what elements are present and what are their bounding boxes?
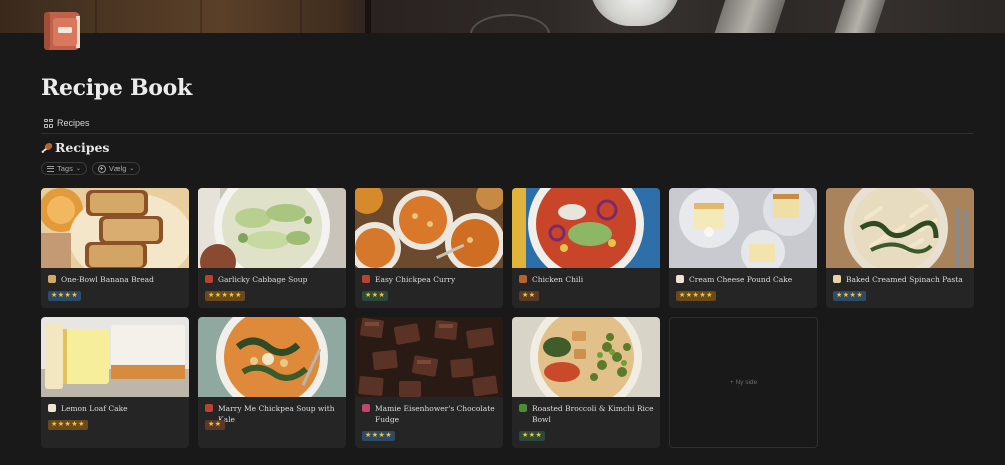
recipe-photo bbox=[512, 188, 660, 268]
add-filter-label: Vælg bbox=[108, 164, 127, 173]
recipe-name: One-Bowl Banana Bread bbox=[61, 275, 154, 284]
recipe-card[interactable]: Chicken Chili ★★ bbox=[512, 188, 660, 308]
recipe-title: One-Bowl Banana Bread bbox=[48, 274, 183, 285]
drumstick-icon bbox=[41, 142, 53, 154]
recipe-photo bbox=[826, 188, 974, 268]
cover-image bbox=[0, 0, 1005, 33]
database-title-label: Recipes bbox=[55, 140, 110, 155]
recipe-card[interactable]: Baked Creamed Spinach Pasta ★★★★ bbox=[826, 188, 974, 308]
chevron-down-icon: ⌄ bbox=[129, 166, 135, 172]
recipe-photo bbox=[512, 317, 660, 397]
tab-recipes-view[interactable]: Recipes bbox=[44, 116, 90, 130]
soup-pot-icon bbox=[362, 275, 370, 283]
recipe-photo bbox=[669, 188, 817, 268]
page-title: Recipe Book bbox=[41, 75, 192, 101]
recipe-photo bbox=[355, 188, 503, 268]
recipe-title: Easy Chickpea Curry bbox=[362, 274, 497, 285]
new-page-button[interactable]: + Ny side bbox=[669, 317, 818, 448]
bread-icon bbox=[48, 275, 56, 283]
cake-icon bbox=[676, 275, 684, 283]
new-page-label: + Ny side bbox=[729, 379, 758, 386]
recipe-photo bbox=[41, 188, 189, 268]
recipe-card[interactable]: Mamie Eisenhower's Chocolate Fudge ★★★★ bbox=[355, 317, 503, 448]
soup-pot-icon bbox=[205, 404, 213, 412]
recipe-photo bbox=[355, 317, 503, 397]
plus-circle-icon bbox=[97, 164, 106, 173]
recipe-card[interactable]: Roasted Broccoli & Kimchi Rice Bowl ★★★ bbox=[512, 317, 660, 448]
rating-badge: ★★★★ bbox=[833, 291, 867, 301]
rating-badge: ★★★ bbox=[519, 431, 546, 441]
cake-icon bbox=[48, 404, 56, 412]
recipe-name: Baked Creamed Spinach Pasta bbox=[846, 275, 963, 284]
tags-filter-label: Tags bbox=[57, 164, 73, 173]
rating-badge: ★★ bbox=[519, 291, 539, 301]
rating-badge: ★★★★ bbox=[362, 431, 396, 441]
rating-badge: ★★★★ bbox=[48, 291, 82, 301]
pasta-icon bbox=[833, 275, 841, 283]
soup-pot-icon bbox=[205, 275, 213, 283]
recipe-name: Cream Cheese Pound Cake bbox=[689, 275, 793, 284]
recipe-title: Baked Creamed Spinach Pasta bbox=[833, 274, 968, 285]
recipe-name: Chicken Chili bbox=[532, 275, 584, 284]
recipe-name: Marry Me Chickpea Soup with Kale bbox=[218, 404, 335, 424]
divider bbox=[41, 133, 973, 134]
recipe-card[interactable]: Easy Chickpea Curry ★★★ bbox=[355, 188, 503, 308]
database-title[interactable]: Recipes bbox=[41, 140, 109, 155]
recipe-card[interactable]: One-Bowl Banana Bread ★★★★ bbox=[41, 188, 189, 308]
tab-label: Recipes bbox=[57, 118, 90, 128]
rating-badge: ★★★★★ bbox=[48, 420, 88, 430]
list-icon bbox=[47, 165, 54, 172]
recipe-title: Mamie Eisenhower's Chocolate Fudge bbox=[362, 403, 497, 425]
recipe-name: Lemon Loaf Cake bbox=[61, 404, 128, 413]
rating-badge: ★★★ bbox=[362, 291, 389, 301]
drumstick-icon bbox=[519, 275, 527, 283]
recipe-name: Roasted Broccoli & Kimchi Rice Bowl bbox=[532, 404, 654, 424]
recipe-name: Easy Chickpea Curry bbox=[375, 275, 456, 284]
recipe-title: Garlicky Cabbage Soup bbox=[205, 274, 340, 285]
recipe-photo bbox=[41, 317, 189, 397]
gallery-grid-icon bbox=[44, 118, 53, 128]
recipe-photo bbox=[198, 317, 346, 397]
add-filter-button[interactable]: Vælg ⌄ bbox=[91, 162, 141, 175]
filter-bar: Tags ⌄ Vælg ⌄ bbox=[41, 162, 141, 175]
recipe-card[interactable]: Marry Me Chickpea Soup with Kale ★★ bbox=[198, 317, 346, 448]
recipe-card[interactable]: Cream Cheese Pound Cake ★★★★★ bbox=[669, 188, 817, 308]
broccoli-icon bbox=[519, 404, 527, 412]
recipe-title: Cream Cheese Pound Cake bbox=[676, 274, 811, 285]
rating-badge: ★★★★★ bbox=[205, 291, 245, 301]
recipe-name: Mamie Eisenhower's Chocolate Fudge bbox=[375, 404, 495, 424]
chevron-down-icon: ⌄ bbox=[75, 166, 81, 172]
recipe-name: Garlicky Cabbage Soup bbox=[218, 275, 308, 284]
recipe-card[interactable]: Lemon Loaf Cake ★★★★★ bbox=[41, 317, 189, 448]
recipe-photo bbox=[198, 188, 346, 268]
candy-icon bbox=[362, 404, 370, 412]
recipe-title: Roasted Broccoli & Kimchi Rice Bowl bbox=[519, 403, 654, 425]
recipe-title: Marry Me Chickpea Soup with Kale bbox=[205, 403, 340, 425]
rating-badge: ★★★★★ bbox=[676, 291, 716, 301]
rating-badge: ★★ bbox=[205, 420, 225, 430]
recipe-title: Chicken Chili bbox=[519, 274, 654, 285]
recipe-title: Lemon Loaf Cake bbox=[48, 403, 183, 414]
recipe-book-icon[interactable] bbox=[41, 10, 83, 52]
tags-filter-button[interactable]: Tags ⌄ bbox=[41, 162, 87, 175]
recipe-card[interactable]: Garlicky Cabbage Soup ★★★★★ bbox=[198, 188, 346, 308]
